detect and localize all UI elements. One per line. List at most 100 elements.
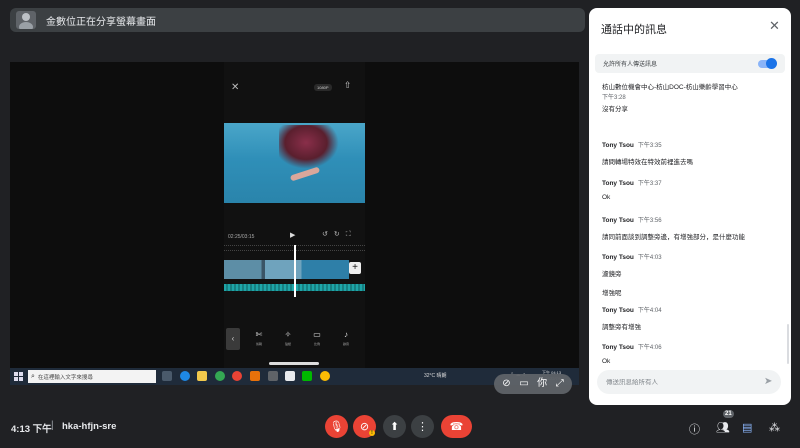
message-time: 下午3:37 (637, 181, 662, 187)
scissors-icon: ✄ 剪輯 (255, 330, 263, 346)
more-vert-icon: ⋮ (417, 421, 428, 433)
task-view-icon (162, 371, 172, 381)
chat-message: Tony Tsou 下午3:56 請同前面談到調整旁邊，有增強部分，是什麼功能 (602, 209, 782, 241)
play-icon: ▶ (290, 232, 296, 239)
message-body: 請問轉場特效在特效前裡進去嗎 (602, 159, 693, 166)
message-time: 下午4:03 (637, 255, 662, 261)
search-icon: ⌕ (31, 372, 35, 380)
chat-title: 通話中的訊息 (601, 24, 667, 36)
chat-message: Tony Tsou 下午4:06 Ok (602, 336, 782, 365)
back-icon: ‹ (226, 328, 240, 350)
chat-icon[interactable]: ▤ (742, 421, 752, 434)
taskbar-weather: 32°C 晴朗 (424, 373, 447, 379)
camera-off-icon[interactable]: ▭ (519, 379, 528, 389)
chat-messages: 枋山數位機會中心-枋山DOC-枋山樂齡學習中心 下午3:28 沒有分享 Tony… (589, 80, 791, 368)
windows-start-icon (14, 372, 23, 381)
video-preview (224, 123, 365, 203)
message-body: 調整旁有增強 (602, 324, 641, 331)
playhead (294, 245, 296, 297)
message-body: 濾鏡旁 (602, 271, 622, 278)
message-time: 下午4:04 (637, 308, 662, 314)
add-clip-icon: + (349, 262, 361, 274)
expand-icon[interactable]: ⤢ (556, 379, 564, 389)
chat-input[interactable] (606, 378, 756, 386)
presenter-banner-text: 金數位正在分享螢幕畫面 (46, 16, 156, 28)
message-time: 下午3:28 (602, 95, 626, 101)
bottom-bar: 4:13 下午 | hka-hfjn-sre 🎙︎ ⊘! ⬆ ⋮ ☎ ⓘ 👥︎ … (0, 405, 800, 448)
chat-input-box[interactable] (597, 370, 781, 394)
mic-icon: ♪ 錄音 (342, 330, 349, 346)
file-explorer-icon (197, 371, 207, 381)
message-sender: Tony Tsou (602, 307, 634, 314)
present-button[interactable]: ⬆ (383, 415, 406, 438)
camera-toggle-button[interactable]: ⊘! (353, 415, 376, 438)
taskbar-search: ⌕ 在這裡輸入文字來搜尋 (28, 370, 156, 383)
activities-icon[interactable]: ⁂ (769, 421, 780, 434)
meeting-code: hka-hfjn-sre (62, 421, 117, 432)
folder-icon: ▭ 比例 (313, 330, 321, 346)
camera-off-icon: ⊘ (359, 421, 370, 433)
message-time: 下午3:35 (637, 143, 662, 149)
shared-screen: ✕ 1080P ⇧ 02:25/03:15 ▶ ↺↻⛶ + ‹ ✄ 剪輯 ✧ 貼紙 … (10, 62, 579, 385)
message-body: 增強呢 (602, 290, 622, 297)
presenter-banner: 金數位正在分享螢幕畫面 (10, 8, 585, 32)
chat-panel: 通話中的訊息 ✕ 允許所有人傳送訊息 枋山數位機會中心-枋山DOC-枋山樂齡學習… (589, 8, 791, 405)
participant-count: 21 (723, 410, 734, 418)
presenter-avatar (16, 11, 36, 29)
alert-badge: ! (369, 430, 375, 436)
screen-tile-controls: ⊘ ▭ 你 ⤢ (494, 374, 572, 394)
mic-off-icon[interactable]: ⊘ (502, 379, 510, 389)
undo-redo-icons: ↺↻⛶ (322, 231, 357, 238)
chrome-icon (215, 371, 225, 381)
chat-scrollbar[interactable] (787, 324, 789, 364)
mic-off-icon: 🎙︎ (329, 421, 344, 433)
meeting-time: 4:13 下午 (11, 424, 52, 435)
settings-icon (268, 371, 278, 381)
message-body: 沒有分享 (602, 106, 628, 113)
you-label: 你 (537, 378, 548, 389)
message-body: Ok (602, 194, 611, 201)
app-icon (250, 371, 260, 381)
allow-messages-label: 允許所有人傳送訊息 (603, 62, 658, 68)
sticker-icon: ✧ 貼紙 (284, 330, 292, 346)
allow-messages-row: 允許所有人傳送訊息 (595, 54, 785, 73)
message-sender: Tony Tsou (602, 254, 634, 261)
message-time: 下午3:56 (637, 218, 662, 224)
chrome-icon (320, 371, 330, 381)
message-body: Ok (602, 358, 611, 365)
send-icon[interactable]: ➤ (764, 376, 772, 387)
present-icon: ⬆ (389, 421, 400, 433)
chat-message: 枋山數位機會中心-枋山DOC-枋山樂齡學習中心 下午3:28 沒有分享 (602, 81, 782, 113)
playback-time: 02:25/03:15 (228, 234, 255, 240)
more-options-button[interactable]: ⋮ (411, 415, 434, 438)
toggle-knob[interactable] (766, 58, 777, 69)
people-icon[interactable]: 👥︎ (716, 421, 730, 434)
message-body: 請同前面談到調整旁邊，有增強部分，是什麼功能 (602, 234, 745, 241)
line-icon (302, 371, 312, 381)
close-icon: ✕ (231, 82, 240, 93)
message-sender: 枋山數位機會中心-枋山DOC-枋山樂齡學習中心 (602, 84, 738, 91)
chat-message: Tony Tsou 下午4:04 調整旁有增強 (602, 299, 782, 331)
mic-toggle-button[interactable]: 🎙︎ (325, 415, 348, 438)
separator: | (51, 420, 54, 431)
app-icon (232, 371, 242, 381)
message-sender: Tony Tsou (602, 180, 634, 187)
export-icon: ⇧ (344, 80, 352, 90)
video-clips-track (224, 260, 349, 279)
chat-message: Tony Tsou 下午3:37 Ok (602, 172, 782, 201)
message-sender: Tony Tsou (602, 217, 634, 224)
hangup-icon: ☎ (449, 421, 464, 433)
message-sender: Tony Tsou (602, 142, 634, 149)
capcut-icon (285, 371, 295, 381)
close-icon[interactable]: ✕ (769, 18, 780, 34)
phone-editor-view: ✕ 1080P ⇧ 02:25/03:15 ▶ ↺↻⛶ + ‹ ✄ 剪輯 ✧ 貼紙 … (224, 62, 365, 368)
chat-message: Tony Tsou 下午3:35 請問轉場特效在特效前裡進去嗎 (602, 134, 782, 166)
chat-message: Tony Tsou 下午4:03 濾鏡旁 增強呢 (602, 246, 782, 297)
leave-call-button[interactable]: ☎ (441, 415, 472, 438)
home-indicator (269, 362, 319, 365)
message-time: 下午4:06 (637, 345, 662, 351)
message-sender: Tony Tsou (602, 344, 634, 351)
resolution-label: 1080P (314, 84, 332, 91)
info-icon[interactable]: ⓘ (689, 421, 700, 437)
taskbar-search-placeholder: 在這裡輸入文字來搜尋 (37, 374, 93, 381)
